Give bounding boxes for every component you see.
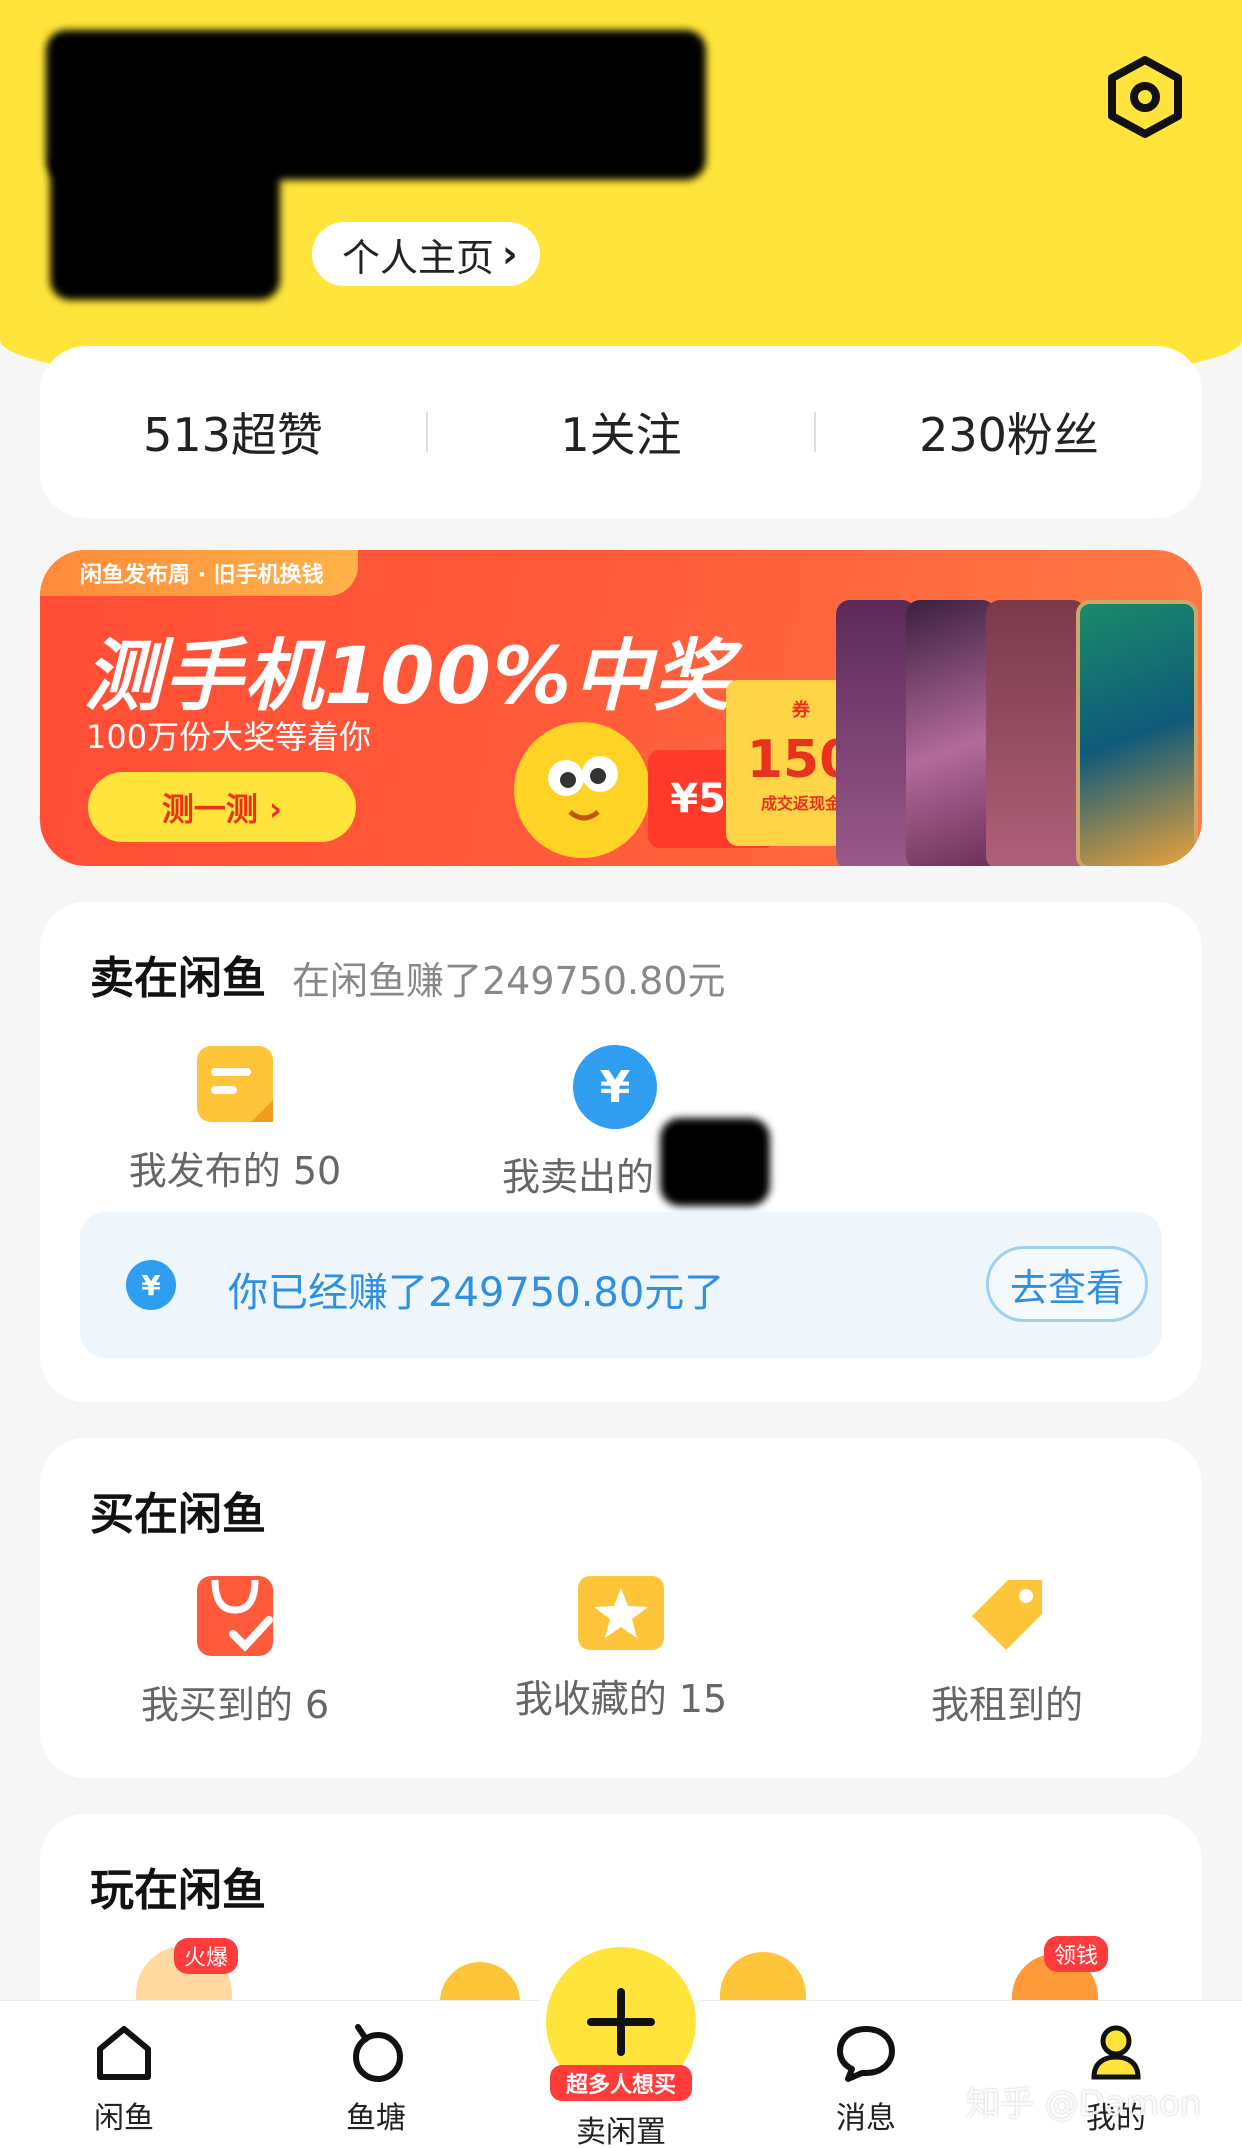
banner-title: 测手机100%中奖: [84, 632, 733, 722]
phones-image: [836, 600, 1198, 866]
my-rented-item[interactable]: 我租到的: [862, 1570, 1152, 1729]
hot-badge: 火爆: [174, 1938, 239, 1974]
plus-icon: [587, 1988, 655, 2056]
sell-title: 卖在闲鱼: [90, 953, 266, 1004]
bottom-tab-bar: 闲鱼 鱼塘 超多人想买 卖闲置 消息 我的: [0, 1947, 1242, 2148]
settings-icon[interactable]: [1102, 54, 1188, 140]
watermark: 知乎 @Damon: [966, 2084, 1202, 2124]
tab-messages[interactable]: 消息: [796, 2021, 936, 2137]
banner-cta-button[interactable]: 测一测 ›: [88, 772, 356, 842]
promo-banner[interactable]: 闲鱼发布周 · 旧手机换钱 测手机100%中奖 100万份大奖等着你 测一测 ›…: [40, 550, 1202, 866]
home-icon: [97, 2026, 151, 2080]
yuan-icon: ¥: [126, 1260, 176, 1310]
buy-title: 买在闲鱼: [90, 1489, 266, 1540]
stat-following[interactable]: 1关注: [428, 399, 814, 465]
tab-pond-label: 鱼塘: [346, 2101, 406, 2136]
chevron-right-icon: ›: [502, 232, 518, 276]
my-favorites-label: 我收藏的 15: [514, 1677, 728, 1721]
sell-earnings-summary: 在闲鱼赚了249750.80元: [292, 959, 726, 1003]
buy-section: 买在闲鱼 我买到的 6 我收藏的 15 我租到的: [40, 1438, 1202, 1778]
banner-subtitle: 100万份大奖等着你: [86, 718, 372, 756]
redacted-sold-count: [660, 1118, 770, 1206]
banner-tag: 闲鱼发布周 · 旧手机换钱: [40, 550, 358, 596]
tab-home-label: 闲鱼: [94, 2101, 154, 2136]
stats-card: 513超赞 1关注 230粉丝: [40, 346, 1202, 518]
sell-section: 卖在闲鱼 在闲鱼赚了249750.80元 我发布的 50 ¥ 我卖出的 ¥ 你已…: [40, 902, 1202, 1402]
my-posted-label: 我发布的 50: [128, 1149, 342, 1193]
tag-icon: [972, 1580, 1042, 1650]
my-rented-label: 我租到的: [930, 1683, 1083, 1727]
pond-icon: [353, 2024, 403, 2082]
tab-pond[interactable]: 鱼塘: [306, 2021, 446, 2137]
money-badge: 领钱: [1044, 1936, 1109, 1972]
my-bought-label: 我买到的 6: [140, 1683, 330, 1727]
play-title: 玩在闲鱼: [90, 1865, 266, 1916]
stat-followers[interactable]: 230粉丝: [816, 399, 1202, 465]
my-posted-item[interactable]: 我发布的 50: [90, 1042, 380, 1195]
my-favorites-item[interactable]: 我收藏的 15: [476, 1570, 766, 1723]
svg-text:¥: ¥: [600, 1062, 631, 1113]
shopping-bag-icon: [197, 1576, 273, 1656]
view-earnings-button[interactable]: 去查看: [986, 1246, 1148, 1322]
publish-label: 卖闲置: [576, 2115, 666, 2148]
redacted-avatar: [50, 150, 280, 300]
publish-badge: 超多人想买: [550, 2065, 692, 2101]
my-bought-item[interactable]: 我买到的 6: [90, 1570, 380, 1729]
star-folder-icon: [578, 1576, 664, 1650]
stat-likes[interactable]: 513超赞: [40, 399, 426, 465]
earnings-text: 你已经赚了249750.80元了: [228, 1270, 725, 1316]
tab-home[interactable]: 闲鱼: [54, 2021, 194, 2137]
earnings-banner[interactable]: ¥ 你已经赚了249750.80元了 去查看: [80, 1212, 1162, 1358]
message-icon: [837, 2026, 895, 2082]
profile-page-link[interactable]: 个人主页 ›: [312, 222, 540, 286]
post-icon: [197, 1046, 273, 1122]
fish-mascot-icon: [514, 722, 650, 858]
profile-link-label: 个人主页: [342, 235, 495, 280]
yuan-coin-icon: ¥: [573, 1045, 657, 1129]
tab-messages-label: 消息: [836, 2101, 896, 2136]
